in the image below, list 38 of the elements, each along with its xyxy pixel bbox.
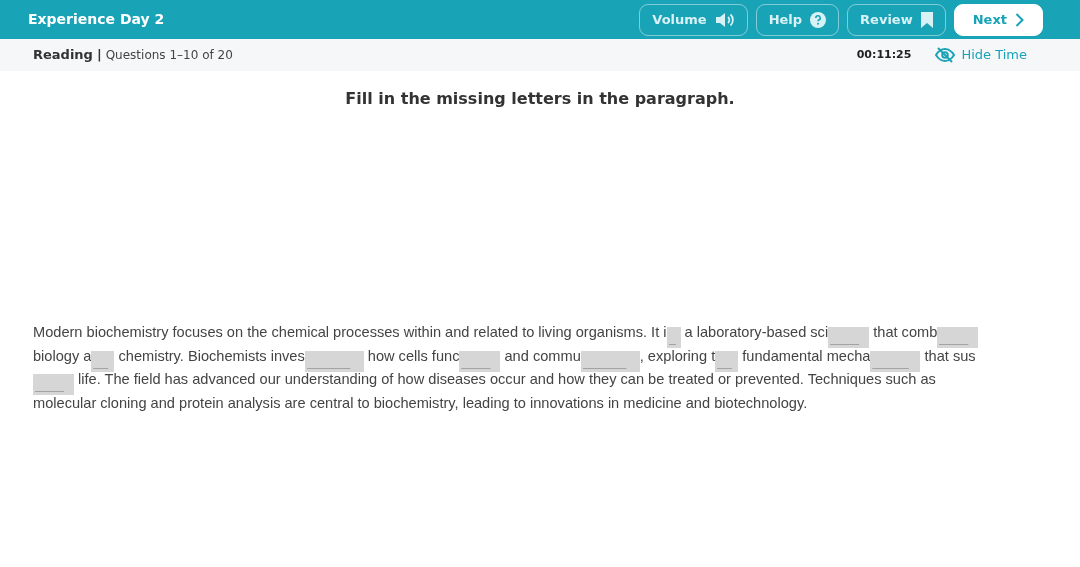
letter-input-field[interactable]: __ xyxy=(715,350,739,372)
letter-input-field[interactable]: ______ xyxy=(304,350,364,372)
review-button[interactable]: Review xyxy=(847,3,946,36)
letter-input-field[interactable]: ______ xyxy=(580,350,640,372)
hide-time-button[interactable]: Hide Time xyxy=(935,45,1027,65)
passage-text: fundamental mecha xyxy=(741,347,871,364)
letter-input-field[interactable]: ____ xyxy=(459,350,501,372)
next-button[interactable]: Next xyxy=(953,3,1043,36)
letter-input-field[interactable]: ____ xyxy=(828,327,870,349)
volume-button[interactable]: Volume xyxy=(639,3,748,36)
passage-text: , exploring t xyxy=(639,347,716,364)
letter-input-field[interactable]: ____ xyxy=(937,327,979,349)
passage-text: biology a xyxy=(33,347,92,364)
question-range: Questions 1–10 of 20 xyxy=(105,47,233,64)
letter-input-field[interactable]: _ xyxy=(666,327,681,349)
help-icon xyxy=(810,11,827,28)
app-title: Experience Day 2 xyxy=(28,10,165,29)
timer: 00:11:25 xyxy=(856,46,912,63)
chevron-right-icon xyxy=(1015,12,1024,27)
letter-input-field[interactable]: __ xyxy=(91,350,115,372)
passage-text: that sus xyxy=(923,347,976,364)
passage-text: Modern biochemistry focuses on the chemical processes within and related to living organisms. It i xyxy=(33,324,667,340)
letter-input-field[interactable]: ____ xyxy=(33,374,74,396)
passage-text: chemistry. Biochemists inves xyxy=(117,347,305,364)
passage-text: life. The field has advanced our understanding of how diseases occur and how they can be treated or prevented. Techniques such as xyxy=(77,371,936,387)
passage-text: a laboratory-based sci xyxy=(683,324,829,340)
eye-slash-icon xyxy=(935,47,956,63)
letter-input-field[interactable]: _____ xyxy=(870,350,921,372)
passage-text: that comb xyxy=(872,324,938,340)
instruction-text: Fill in the missing letters in the paragraph. xyxy=(344,88,736,110)
help-button[interactable]: Help xyxy=(755,3,840,36)
separator: | xyxy=(96,46,102,65)
speaker-icon xyxy=(714,11,735,28)
passage-text: molecular cloning and protein analysis are central to biochemistry, leading to innovations in medicine and biotechnology. xyxy=(33,394,808,411)
passage-text: and commu xyxy=(503,347,581,364)
section-label: Reading xyxy=(33,46,93,65)
passage-text: how cells func xyxy=(366,347,460,364)
bookmark-icon xyxy=(920,11,933,28)
